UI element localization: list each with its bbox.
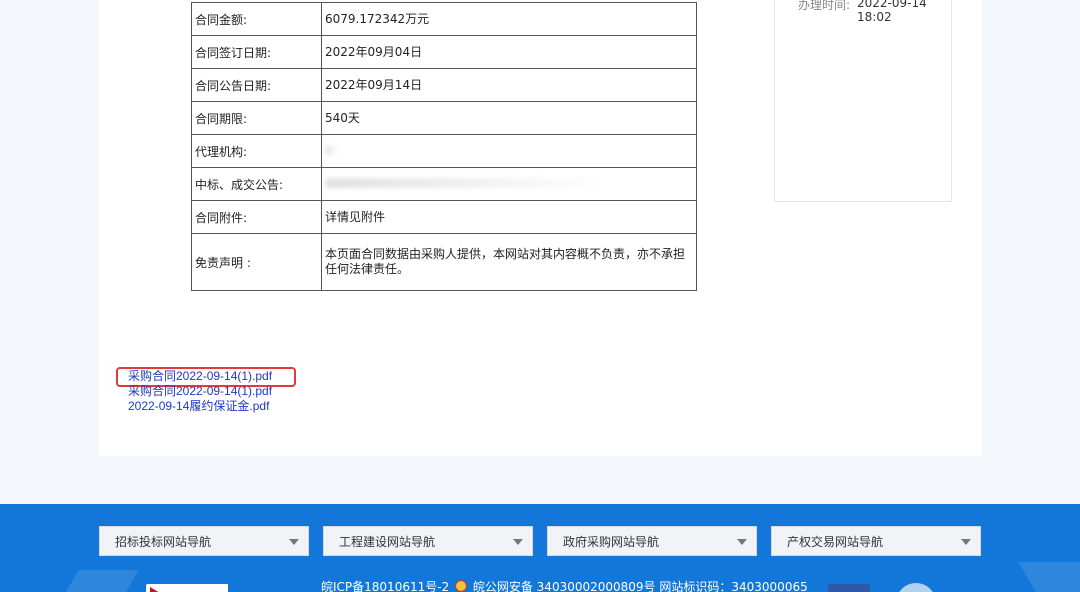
nav-select-label: 政府采购网站导航 <box>563 534 660 549</box>
handle-time-value: 2022-09-14 18:02 <box>857 0 927 24</box>
row-value: 6079.172342万元 <box>321 2 697 36</box>
gov-logo[interactable] <box>146 584 228 592</box>
attachment-link[interactable]: 采购合同2022-09-14(1).pdf <box>128 369 272 384</box>
table-row: 合同公告日期: 2022年09月14日 <box>191 68 697 102</box>
row-value: 详情见附件 <box>321 200 697 234</box>
row-label: 中标、成交公告: <box>191 167 322 201</box>
chevron-down-icon <box>289 539 299 545</box>
table-row: 中标、成交公告: <box>191 167 697 201</box>
error-correction-logo[interactable] <box>896 583 936 592</box>
row-label: 免责声明 : <box>191 233 322 291</box>
disclaimer-text: 本页面合同数据由采购人提供，本网站对其内容概不负责，亦不承担任何法律责任。 <box>321 233 697 291</box>
table-row: 合同签订日期: 2022年09月04日 <box>191 35 697 69</box>
nav-select-label: 招标投标网站导航 <box>115 534 212 549</box>
side-info-panel <box>774 0 952 202</box>
table-row: 合同金额: 6079.172342万元 <box>191 2 697 36</box>
nav-select-construction[interactable]: 工程建设网站导航 <box>323 526 533 556</box>
nav-select-bidding[interactable]: 招标投标网站导航 <box>99 526 309 556</box>
attachment-list: 采购合同2022-09-14(1).pdf 采购合同2022-09-14(1).… <box>128 369 272 414</box>
row-label: 合同金额: <box>191 2 322 36</box>
row-label: 合同附件: <box>191 200 322 234</box>
nav-select-label: 产权交易网站导航 <box>787 534 884 549</box>
site-badge-logo[interactable] <box>828 584 870 592</box>
row-value-redacted <box>321 134 697 168</box>
site-footer: 招标投标网站导航 工程建设网站导航 政府采购网站导航 产权交易网站导航 皖ICP… <box>0 504 1080 592</box>
table-row: 免责声明 : 本页面合同数据由采购人提供，本网站对其内容概不负责，亦不承担任何法… <box>191 233 697 291</box>
attachment-link[interactable]: 2022-09-14履约保证金.pdf <box>128 399 272 414</box>
footer-registration: 皖ICP备18010611号-2 皖公网安备 34030002000809号 网… <box>321 578 808 592</box>
police-emblem-icon <box>455 580 468 592</box>
row-label: 代理机构: <box>191 134 322 168</box>
table-row: 合同期限: 540天 <box>191 101 697 135</box>
row-value: 540天 <box>321 101 697 135</box>
redacted-text <box>325 144 337 155</box>
footer-decoration <box>61 570 139 592</box>
table-row: 合同附件: 详情见附件 <box>191 200 697 234</box>
row-label: 合同公告日期: <box>191 68 322 102</box>
row-value: 2022年09月04日 <box>321 35 697 69</box>
row-value-redacted <box>321 167 697 201</box>
nav-select-procurement[interactable]: 政府采购网站导航 <box>547 526 757 556</box>
footer-decoration <box>1018 562 1080 592</box>
redacted-text <box>325 177 595 188</box>
table-row: 代理机构: <box>191 134 697 168</box>
row-value: 2022年09月14日 <box>321 68 697 102</box>
contract-info-table: 合同金额: 6079.172342万元 合同签订日期: 2022年09月04日 … <box>191 2 697 291</box>
chevron-down-icon <box>513 539 523 545</box>
nav-select-property[interactable]: 产权交易网站导航 <box>771 526 981 556</box>
row-label: 合同签订日期: <box>191 35 322 69</box>
chevron-down-icon <box>737 539 747 545</box>
icp-text: 皖ICP备18010611号-2 <box>321 580 450 592</box>
nav-select-label: 工程建设网站导航 <box>339 534 436 549</box>
handle-time-label: 办理时间: <box>798 0 851 12</box>
attachment-link[interactable]: 采购合同2022-09-14(1).pdf <box>128 384 272 399</box>
security-text: 皖公网安备 34030002000809号 网站标识码：3403000065 <box>472 580 808 592</box>
chevron-down-icon <box>961 539 971 545</box>
row-label: 合同期限: <box>191 101 322 135</box>
